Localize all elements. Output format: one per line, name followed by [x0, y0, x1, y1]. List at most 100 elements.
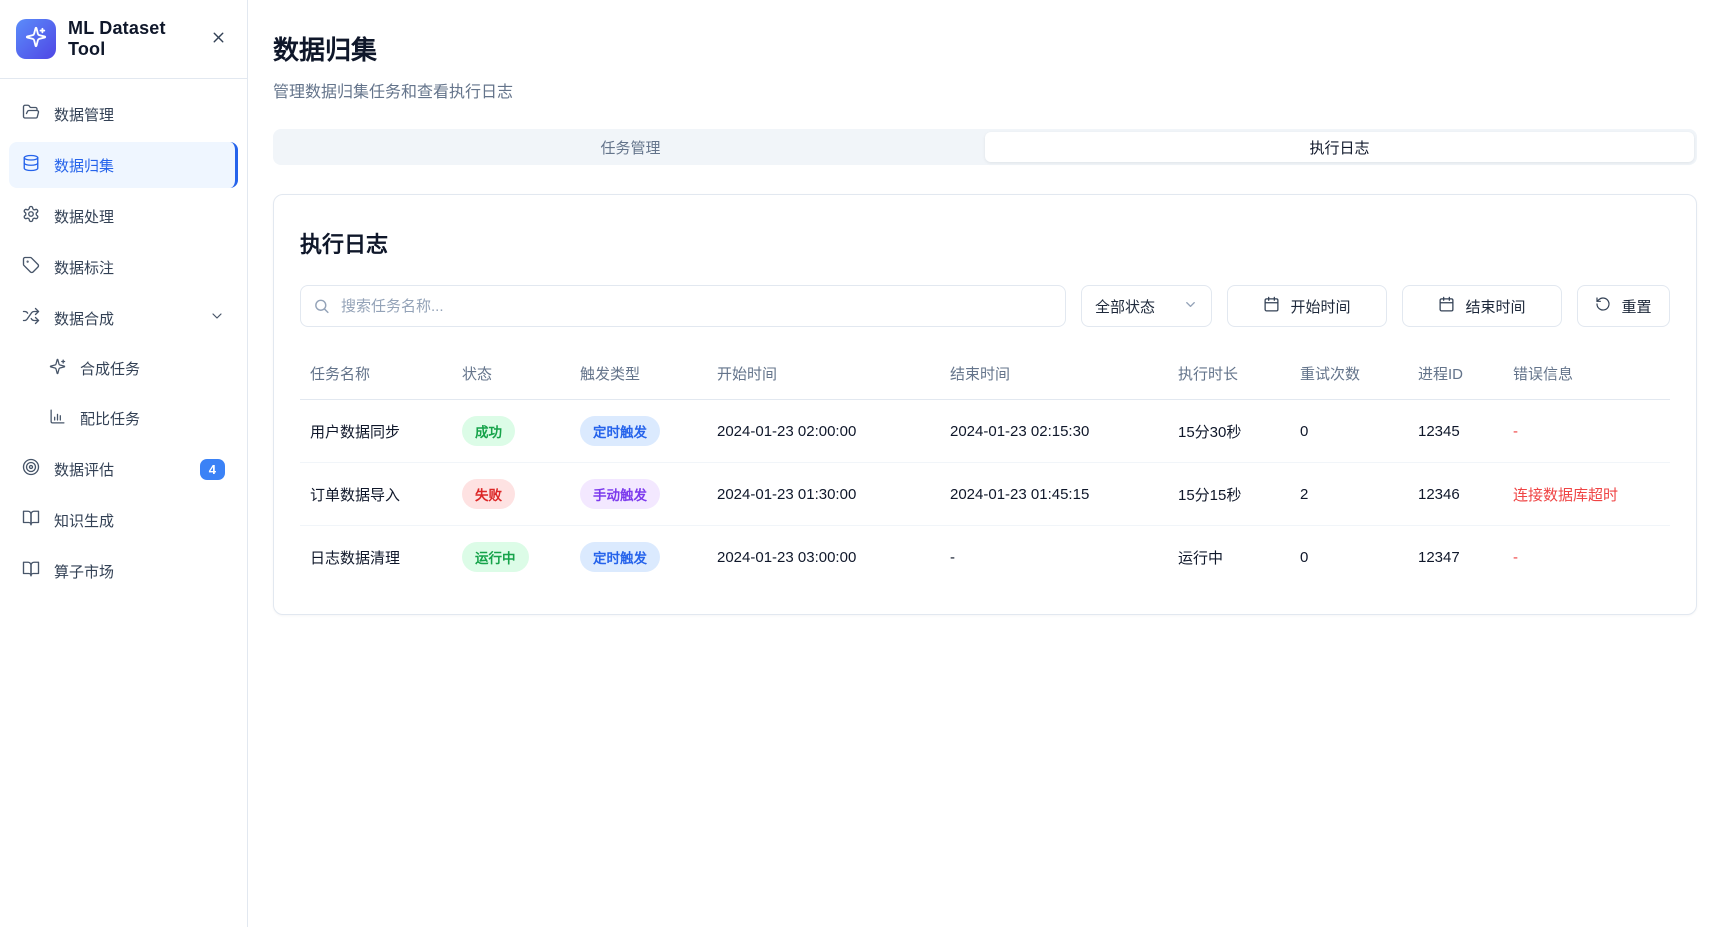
- page-title: 数据归集: [273, 30, 1697, 67]
- sidebar-item-label: 配比任务: [80, 408, 225, 429]
- card-title: 执行日志: [300, 227, 1670, 259]
- error-cell: 连接数据库超时: [1503, 463, 1670, 526]
- sparkles-icon: [25, 26, 47, 53]
- database-icon: [22, 154, 40, 176]
- app-window: ML Dataset Tool 数据管理 数据归集 数据处理: [0, 0, 1711, 927]
- duration-cell: 15分30秒: [1168, 400, 1290, 463]
- sidebar-close-button[interactable]: [206, 25, 231, 53]
- column-header: 开始时间: [707, 349, 940, 400]
- end-time-cell: 2024-01-23 01:45:15: [940, 463, 1168, 526]
- sidebar-item-synthesis-tasks[interactable]: 合成任务: [9, 346, 238, 391]
- sidebar-item-label: 合成任务: [80, 358, 225, 379]
- book-open-icon: [22, 560, 40, 582]
- task-name-cell: 用户数据同步: [300, 400, 452, 463]
- task-name-cell: 日志数据清理: [300, 526, 452, 589]
- error-cell: -: [1503, 526, 1670, 589]
- column-header: 错误信息: [1503, 349, 1670, 400]
- sidebar-item-data-evaluation[interactable]: 数据评估 4: [9, 446, 238, 492]
- app-logo: [16, 19, 56, 59]
- app-title: ML Dataset Tool: [68, 18, 194, 60]
- trigger-badge: 手动触发: [580, 479, 660, 509]
- status-filter-value: 全部状态: [1095, 296, 1155, 317]
- sidebar-nav: 数据管理 数据归集 数据处理 数据标注 数据合成 合成任务: [0, 79, 247, 927]
- sidebar-item-ratio-tasks[interactable]: 配比任务: [9, 396, 238, 441]
- shuffle-icon: [22, 307, 40, 329]
- status-badge: 失败: [462, 479, 515, 509]
- table-row: 用户数据同步 成功 定时触发 2024-01-23 02:00:00 2024-…: [300, 400, 1670, 463]
- tabbar: 任务管理 执行日志: [273, 129, 1697, 165]
- duration-cell: 运行中: [1168, 526, 1290, 589]
- sidebar-item-data-processing[interactable]: 数据处理: [9, 193, 238, 239]
- status-badge: 运行中: [462, 542, 529, 572]
- sidebar-item-data-management[interactable]: 数据管理: [9, 91, 238, 137]
- column-header: 任务名称: [300, 349, 452, 400]
- search-input[interactable]: [300, 285, 1066, 327]
- end-time-cell: -: [940, 526, 1168, 589]
- column-header: 执行时长: [1168, 349, 1290, 400]
- execution-logs-card: 执行日志 全部状态 开始时间 结束时间: [273, 194, 1697, 615]
- retries-cell: 0: [1290, 526, 1408, 589]
- start-time-cell: 2024-01-23 03:00:00: [707, 526, 940, 589]
- sidebar: ML Dataset Tool 数据管理 数据归集 数据处理: [0, 0, 248, 927]
- tab-task-management[interactable]: 任务管理: [276, 132, 985, 162]
- sidebar-item-label: 数据标注: [54, 257, 225, 278]
- end-time-label: 结束时间: [1465, 296, 1525, 317]
- sidebar-item-data-labeling[interactable]: 数据标注: [9, 244, 238, 290]
- trigger-badge: 定时触发: [580, 542, 660, 572]
- page-subtitle: 管理数据归集任务和查看执行日志: [273, 78, 1697, 102]
- reset-button[interactable]: 重置: [1577, 285, 1670, 327]
- sidebar-item-label: 数据评估: [54, 459, 186, 480]
- status-filter-select[interactable]: 全部状态: [1081, 285, 1212, 327]
- start-time-cell: 2024-01-23 02:00:00: [707, 400, 940, 463]
- bar-chart-icon: [49, 408, 66, 429]
- filters-row: 全部状态 开始时间 结束时间 重置: [300, 285, 1670, 327]
- pid-cell: 12346: [1408, 463, 1503, 526]
- pid-cell: 12345: [1408, 400, 1503, 463]
- execution-logs-table: 任务名称 状态 触发类型 开始时间 结束时间 执行时长 重试次数 进程ID 错误…: [300, 349, 1670, 588]
- trigger-badge: 定时触发: [580, 416, 660, 446]
- sidebar-item-label: 知识生成: [54, 510, 225, 531]
- status-badge: 成功: [462, 416, 515, 446]
- task-name-cell: 订单数据导入: [300, 463, 452, 526]
- error-cell: -: [1503, 400, 1670, 463]
- close-icon: [210, 29, 227, 49]
- rotate-ccw-icon: [1595, 296, 1611, 316]
- table-row: 日志数据清理 运行中 定时触发 2024-01-23 03:00:00 - 运行…: [300, 526, 1670, 589]
- retries-cell: 2: [1290, 463, 1408, 526]
- sidebar-item-operator-market[interactable]: 算子市场: [9, 548, 238, 594]
- column-header: 状态: [452, 349, 570, 400]
- pid-cell: 12347: [1408, 526, 1503, 589]
- sparkles-icon: [49, 358, 66, 379]
- sidebar-header: ML Dataset Tool: [0, 0, 247, 79]
- chevron-down-icon: [209, 308, 225, 328]
- evaluation-count-badge: 4: [200, 459, 225, 480]
- retries-cell: 0: [1290, 400, 1408, 463]
- sidebar-item-label: 数据归集: [54, 155, 222, 176]
- table-header-row: 任务名称 状态 触发类型 开始时间 结束时间 执行时长 重试次数 进程ID 错误…: [300, 349, 1670, 400]
- column-header: 结束时间: [940, 349, 1168, 400]
- column-header: 进程ID: [1408, 349, 1503, 400]
- sidebar-item-label: 算子市场: [54, 561, 225, 582]
- log-table-body: 用户数据同步 成功 定时触发 2024-01-23 02:00:00 2024-…: [300, 400, 1670, 589]
- gear-icon: [22, 205, 40, 227]
- search-field-wrap: [300, 285, 1066, 327]
- calendar-icon: [1438, 296, 1455, 317]
- sidebar-item-data-collection[interactable]: 数据归集: [9, 142, 238, 188]
- table-row: 订单数据导入 失败 手动触发 2024-01-23 01:30:00 2024-…: [300, 463, 1670, 526]
- duration-cell: 15分15秒: [1168, 463, 1290, 526]
- tab-execution-logs[interactable]: 执行日志: [985, 132, 1694, 162]
- sidebar-item-label: 数据管理: [54, 104, 225, 125]
- folder-open-icon: [22, 103, 40, 125]
- chevron-down-icon: [1183, 297, 1198, 316]
- tag-icon: [22, 256, 40, 278]
- sidebar-item-label: 数据处理: [54, 206, 225, 227]
- end-time-button[interactable]: 结束时间: [1402, 285, 1562, 327]
- column-header: 重试次数: [1290, 349, 1408, 400]
- sidebar-item-knowledge-generation[interactable]: 知识生成: [9, 497, 238, 543]
- end-time-cell: 2024-01-23 02:15:30: [940, 400, 1168, 463]
- start-time-label: 开始时间: [1290, 296, 1350, 317]
- book-open-icon: [22, 509, 40, 531]
- sidebar-item-data-synthesis[interactable]: 数据合成: [9, 295, 238, 341]
- reset-label: 重置: [1621, 296, 1651, 317]
- start-time-button[interactable]: 开始时间: [1227, 285, 1387, 327]
